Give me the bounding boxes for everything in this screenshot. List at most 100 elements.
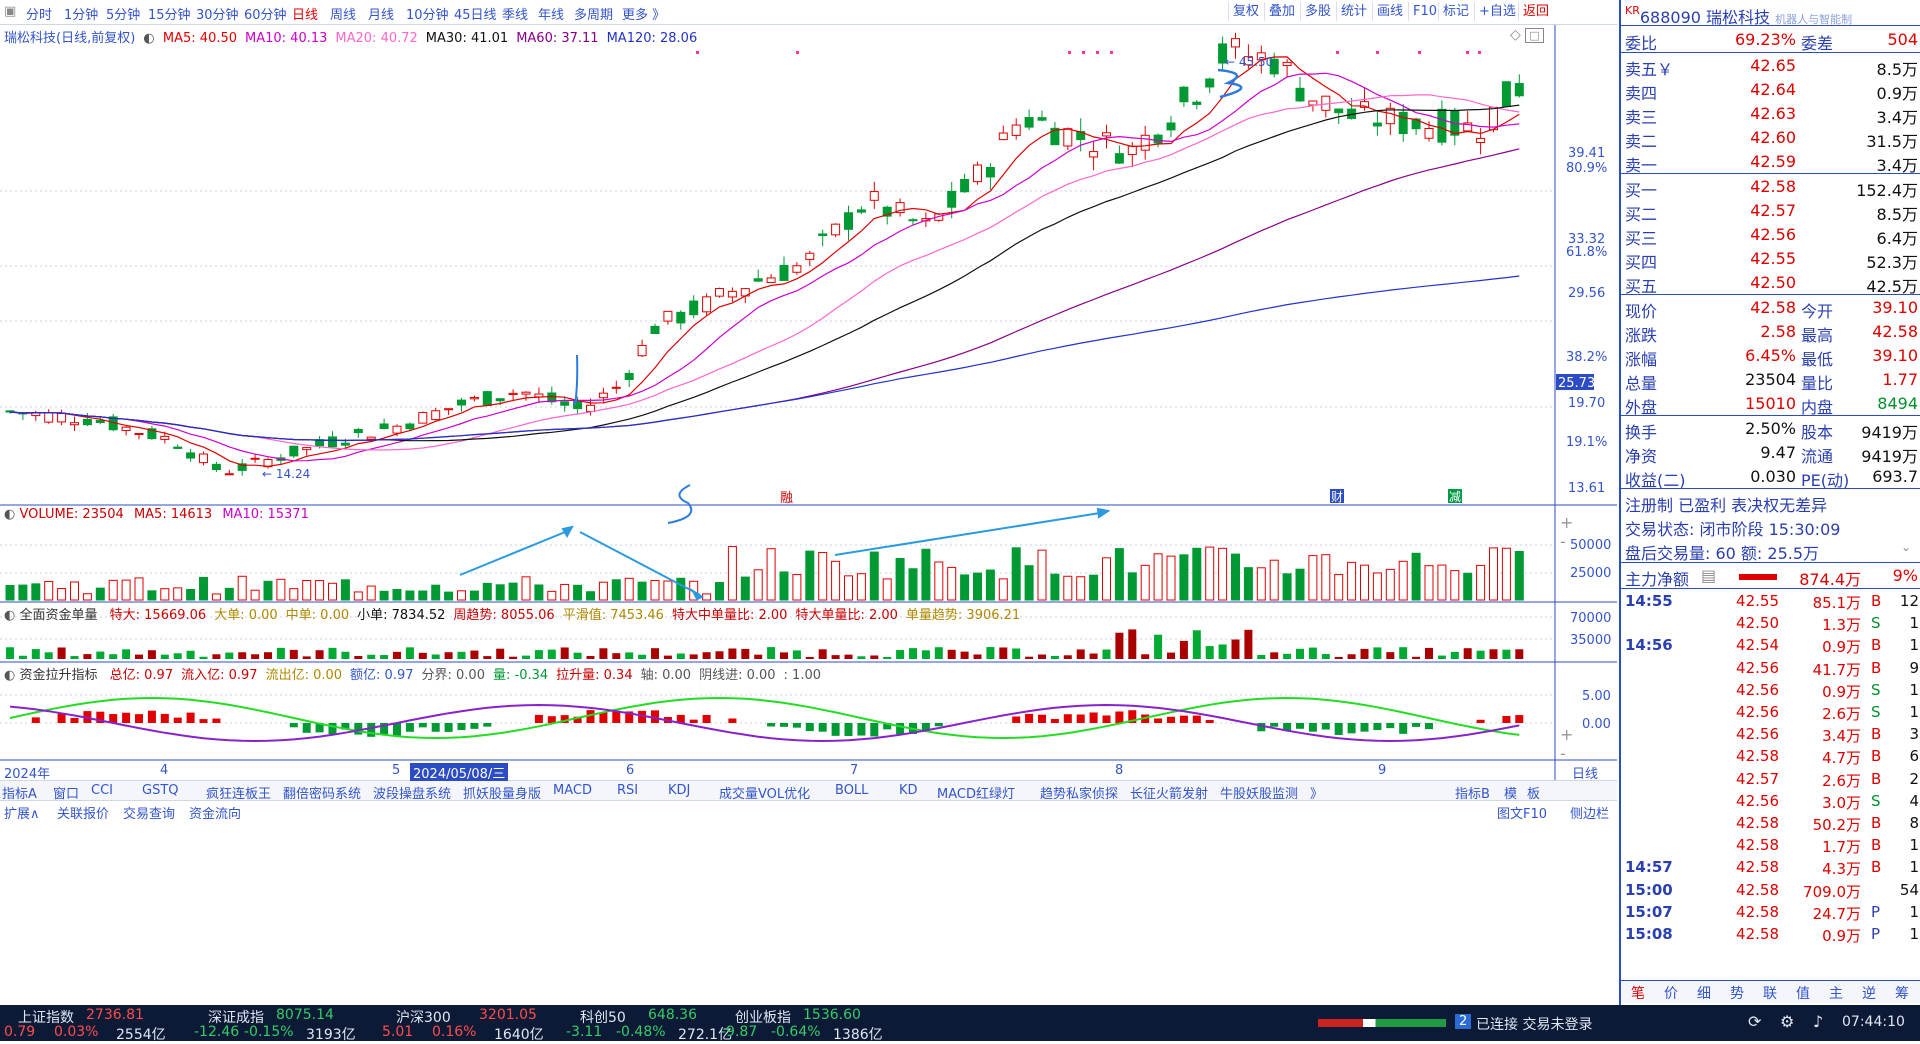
quote-tab[interactable]: 笔	[1631, 983, 1645, 1003]
bottom-tab[interactable]: 侧边栏	[1570, 803, 1609, 822]
lift-bar	[599, 712, 608, 723]
indicator-tab[interactable]: 指标A	[2, 783, 37, 802]
ask-row[interactable]: 卖五￥ 42.65 8.5万	[1621, 54, 1920, 79]
period-tab[interactable]: 1分钟	[64, 4, 98, 23]
bid-row[interactable]: 买五 42.50 42.5万	[1621, 271, 1920, 296]
indicator-tab[interactable]: 抓妖股量身版	[463, 783, 541, 802]
bell-icon[interactable]: ♪	[1813, 1012, 1823, 1031]
indicator-tab[interactable]: 》	[1310, 783, 1323, 802]
quote-tab[interactable]: 价	[1664, 983, 1678, 1003]
period-tab[interactable]: 月线	[368, 4, 394, 23]
bottom-tab[interactable]: 图文F10	[1497, 803, 1547, 822]
indicator-tab[interactable]: MACD红绿灯	[937, 783, 1015, 802]
indicator-tab[interactable]: 成交量VOL优化	[719, 783, 810, 802]
quote-tab[interactable]: 值	[1796, 983, 1810, 1003]
fund-bar	[947, 649, 956, 659]
indicator-tab[interactable]: 板	[1527, 783, 1540, 802]
toolbar-button[interactable]: 统计	[1336, 2, 1371, 21]
ask-row[interactable]: 卖一 42.59 3.4万	[1621, 150, 1920, 175]
toolbar-button[interactable]: 多股	[1300, 2, 1335, 21]
collapse-icon[interactable]: ◐	[143, 31, 154, 46]
toolbar-button[interactable]: 画线	[1372, 2, 1407, 21]
settings-icon[interactable]: ⚙	[1780, 1012, 1794, 1031]
period-tab[interactable]: 周线	[330, 4, 356, 23]
period-tab[interactable]: 10分钟	[406, 4, 449, 23]
candle-body	[482, 391, 492, 407]
refresh-icon[interactable]: ⟳	[1748, 1012, 1761, 1031]
panel-buttons[interactable]: + -	[1560, 513, 1573, 551]
indicator-tab[interactable]: 疯狂连板王	[206, 783, 271, 802]
menu-icon[interactable]: ▤	[1701, 566, 1716, 585]
indicator-tab[interactable]: GSTQ	[142, 783, 179, 798]
menu-toggle-icon[interactable]: ▣	[4, 4, 16, 19]
indicator-tab[interactable]: 翻倍密码系统	[283, 783, 361, 802]
panel-buttons[interactable]: + -	[1560, 725, 1573, 763]
indicator-tab[interactable]: 长征火箭发射	[1130, 783, 1208, 802]
ask-row[interactable]: 卖四 42.64 0.9万	[1621, 78, 1920, 103]
volume-bar	[998, 578, 1008, 601]
quote-tab[interactable]: 联	[1763, 983, 1777, 1003]
indicator-tab[interactable]: RSI	[617, 783, 638, 798]
bottom-tab[interactable]: 资金流向	[189, 803, 241, 822]
bottom-tab[interactable]: 扩展∧	[4, 803, 40, 822]
bottom-tab[interactable]: 关联报价	[57, 803, 109, 822]
chart-option-icons[interactable]: ◇ □	[1510, 27, 1544, 43]
indicator-tab[interactable]: KDJ	[668, 783, 690, 798]
collapse-icon[interactable]: ◐	[4, 507, 15, 522]
chart-area[interactable]: 39.41 33.32 29.56 19.70 13.61 80.9% 61.8% 38.2%…	[0, 25, 1617, 1035]
index-change: 0.79	[4, 1024, 36, 1040]
period-tab[interactable]: 年线	[538, 4, 564, 23]
collapse-icon[interactable]: ◐	[4, 668, 15, 683]
collapse-icon[interactable]: ◐	[4, 608, 15, 623]
toolbar-button[interactable]: +自选	[1474, 2, 1520, 21]
period-tab[interactable]: 季线	[502, 4, 528, 23]
period-tab[interactable]: 15分钟	[148, 4, 191, 23]
period-tab[interactable]: 多周期	[574, 4, 613, 23]
indicator-tab[interactable]: 指标B	[1455, 783, 1490, 802]
quote-tab[interactable]: 主	[1829, 983, 1843, 1003]
period-tab[interactable]: 5分钟	[106, 4, 140, 23]
indicator-tab[interactable]: KD	[899, 783, 918, 798]
period-tab[interactable]: 分时	[26, 4, 52, 23]
indicator-tab[interactable]: 窗口	[53, 783, 79, 802]
indicator-tab[interactable]: 模	[1504, 783, 1517, 802]
indicator-tab[interactable]: 波段操盘系统	[373, 783, 451, 802]
toolbar-button[interactable]: 返回	[1518, 2, 1553, 21]
expand-icon[interactable]: ⌄	[1901, 540, 1911, 554]
volume-bar	[457, 590, 466, 601]
toolbar-button[interactable]: 叠加	[1264, 2, 1299, 21]
ask-row[interactable]: 卖二 42.60 31.5万	[1621, 126, 1920, 151]
indicator-tab[interactable]: 牛股妖股监测	[1220, 783, 1298, 802]
period-tab[interactable]: 日线	[292, 4, 318, 23]
toolbar-button[interactable]: 标记	[1438, 2, 1473, 21]
lift-bar	[1360, 723, 1369, 732]
period-tab[interactable]: 更多 》	[622, 4, 665, 23]
indicator-tab[interactable]: 趋势私家侦探	[1040, 783, 1118, 802]
quote-tab[interactable]: 筹	[1895, 983, 1909, 1003]
lift-bar	[1347, 723, 1356, 734]
fund-bar	[1425, 647, 1433, 659]
quote-tab[interactable]: 逆	[1862, 983, 1876, 1003]
toolbar-button[interactable]: F10	[1408, 2, 1441, 21]
indicator-tab[interactable]: MACD	[553, 783, 592, 798]
bottom-tab[interactable]: 交易查询	[123, 803, 175, 822]
lift-bar	[1502, 715, 1511, 723]
period-tab[interactable]: 60分钟	[244, 4, 287, 23]
lift-bar	[173, 717, 182, 723]
bid-row[interactable]: 买二 42.57 8.5万	[1621, 199, 1920, 224]
bid-row[interactable]: 买一 42.58 152.4万	[1621, 175, 1920, 200]
indicator-tab[interactable]: CCI	[91, 783, 113, 798]
ask-row[interactable]: 卖三 42.63 3.4万	[1621, 102, 1920, 127]
quote-tab[interactable]: 细	[1697, 983, 1711, 1003]
quote-tab[interactable]: 势	[1730, 983, 1744, 1003]
connection-badge[interactable]: 2	[1455, 1014, 1472, 1029]
bid-row[interactable]: 买三 42.56 6.4万	[1621, 223, 1920, 248]
badge: KR	[1625, 4, 1640, 17]
period-tab[interactable]: 30分钟	[196, 4, 239, 23]
fund-bar	[1025, 656, 1034, 659]
toolbar-button[interactable]: 复权	[1228, 2, 1263, 21]
bid-row[interactable]: 买四 42.55 52.3万	[1621, 247, 1920, 272]
indicator-tab[interactable]: BOLL	[835, 783, 868, 798]
period-tab[interactable]: 45日线	[454, 4, 497, 23]
fund-bar	[470, 650, 479, 659]
